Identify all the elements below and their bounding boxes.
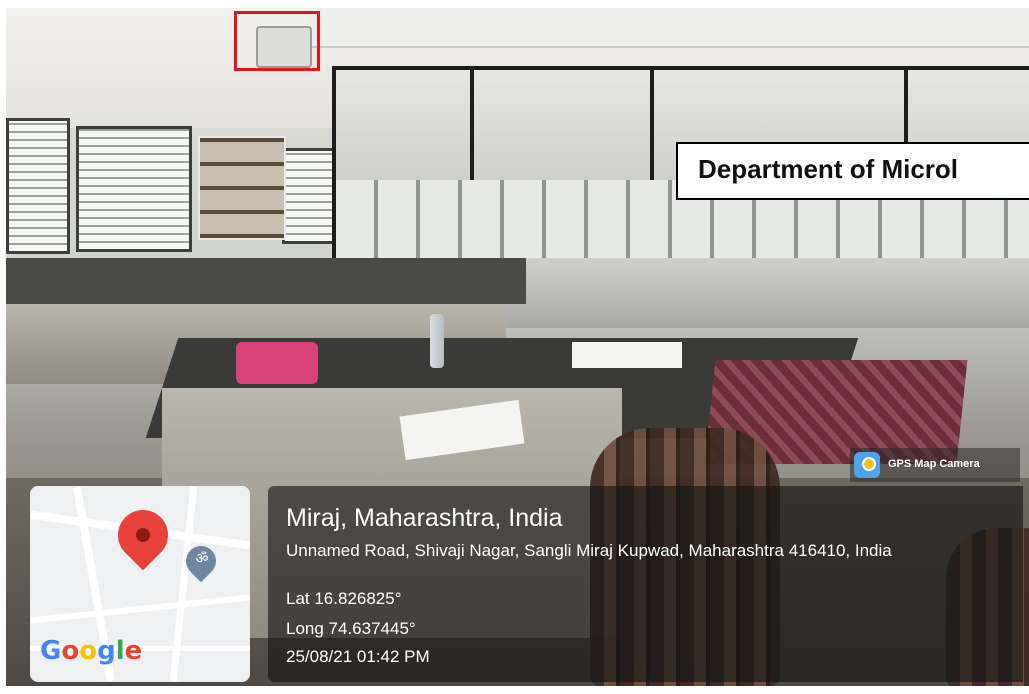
om-glyph: ॐ <box>195 551 209 567</box>
longitude: Long 74.637445° <box>286 619 416 638</box>
department-banner-text: Department of Microl <box>698 154 959 184</box>
latitude: Lat 16.826825° <box>286 589 402 608</box>
address: Unnamed Road, Shivaji Nagar, Sangli Mira… <box>286 541 892 560</box>
google-logo: Google <box>40 636 143 666</box>
ceiling-beam <box>306 8 1029 48</box>
projector-highlight-box <box>234 11 320 71</box>
window <box>282 148 336 244</box>
gps-map-camera-badge: GPS Map Camera <box>850 448 1020 482</box>
place-name: Miraj, Maharashtra, India <box>286 504 563 532</box>
gps-map-camera-icon <box>854 452 880 478</box>
bench-top <box>6 258 526 304</box>
sink <box>572 342 682 368</box>
water-bottle <box>430 314 444 368</box>
location-info-panel: Miraj, Maharashtra, India Unnamed Road, … <box>268 486 1023 682</box>
pink-stool <box>236 342 318 384</box>
window <box>6 118 70 254</box>
gps-map-camera-label: GPS Map Camera <box>888 458 980 470</box>
timestamp: 25/08/21 01:42 PM <box>286 647 430 666</box>
chemical-shelf <box>198 136 286 240</box>
window <box>76 126 192 252</box>
department-banner: Department of Microl <box>676 142 1029 200</box>
